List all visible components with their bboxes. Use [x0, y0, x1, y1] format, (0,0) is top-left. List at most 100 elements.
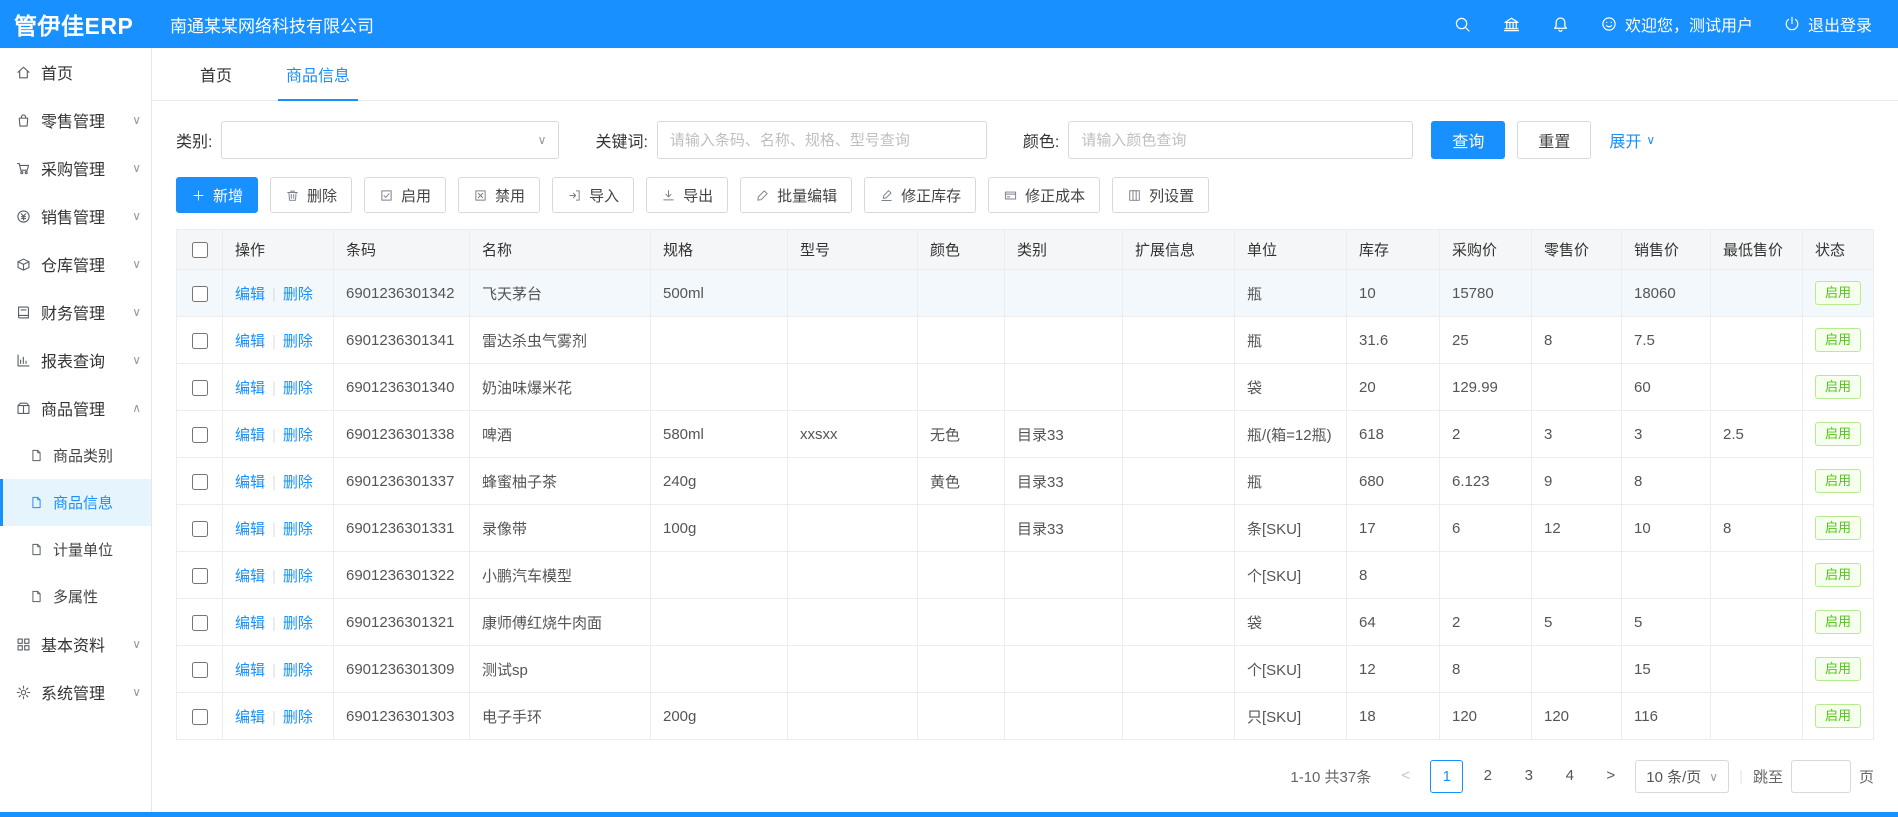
delete-button[interactable]: 删除: [270, 177, 352, 213]
keyword-input[interactable]: [657, 121, 987, 159]
row-checkbox[interactable]: [192, 333, 208, 349]
fix-cost-button[interactable]: 修正成本: [988, 177, 1100, 213]
jump-page-input[interactable]: [1791, 760, 1851, 793]
row-checkbox[interactable]: [192, 615, 208, 631]
edit-link[interactable]: 编辑: [235, 286, 265, 303]
search-button[interactable]: 查询: [1431, 121, 1505, 159]
row-checkbox[interactable]: [192, 380, 208, 396]
edit-link[interactable]: 编辑: [235, 380, 265, 397]
fix-cost-icon: [1003, 188, 1018, 203]
row-checkbox[interactable]: [192, 286, 208, 302]
chevron-down-icon: ∨: [132, 686, 141, 698]
delete-link[interactable]: 删除: [283, 615, 313, 632]
add-button[interactable]: 新增: [176, 177, 258, 213]
status-badge: 启用: [1815, 563, 1861, 587]
delete-link[interactable]: 删除: [283, 380, 313, 397]
sidebar-item-basic[interactable]: 基本资料∨: [0, 620, 151, 668]
edit-link[interactable]: 编辑: [235, 333, 265, 350]
sidebar-item-system[interactable]: 系统管理∨: [0, 668, 151, 716]
disable-icon: [473, 188, 488, 203]
edit-link[interactable]: 编辑: [235, 568, 265, 585]
sidebar-item-finance[interactable]: 财务管理∨: [0, 288, 151, 336]
cell-operations: 编辑|删除: [223, 270, 334, 317]
cell-ext: [1123, 317, 1235, 364]
cell-retail_price: 120: [1532, 693, 1622, 740]
edit-link[interactable]: 编辑: [235, 662, 265, 679]
sidebar-subitem-multi-attribute[interactable]: 多属性: [0, 573, 151, 620]
sidebar-subitem-product-category[interactable]: 商品类别: [0, 432, 151, 479]
welcome-user[interactable]: 欢迎您，测试用户: [1600, 12, 1753, 36]
search-icon[interactable]: [1453, 15, 1472, 34]
sidebar-item-retail[interactable]: 零售管理∨: [0, 96, 151, 144]
delete-link[interactable]: 删除: [283, 427, 313, 444]
export-button[interactable]: 导出: [646, 177, 728, 213]
delete-link[interactable]: 删除: [283, 568, 313, 585]
color-input[interactable]: [1068, 121, 1413, 159]
edit-link[interactable]: 编辑: [235, 427, 265, 444]
page-button-4[interactable]: 4: [1553, 760, 1586, 793]
row-checkbox[interactable]: [192, 662, 208, 678]
disable-button[interactable]: 禁用: [458, 177, 540, 213]
bell-icon[interactable]: [1551, 15, 1570, 34]
sidebar-item-warehouse[interactable]: 仓库管理∨: [0, 240, 151, 288]
cell-model: [788, 270, 918, 317]
page-button-1[interactable]: 1: [1430, 760, 1463, 793]
tab-home[interactable]: 首页: [192, 48, 240, 100]
row-checkbox[interactable]: [192, 521, 208, 537]
select-all-checkbox[interactable]: [192, 242, 208, 258]
next-page-button[interactable]: >: [1594, 760, 1627, 793]
cell-operations: 编辑|删除: [223, 552, 334, 599]
reset-button[interactable]: 重置: [1517, 121, 1591, 159]
row-checkbox[interactable]: [192, 709, 208, 725]
doc-icon: [29, 495, 44, 510]
sidebar-subitem-product-info[interactable]: 商品信息: [0, 479, 151, 526]
purchase-icon: [15, 160, 32, 177]
cell-status: 启用: [1803, 270, 1874, 317]
cell-barcode: 6901236301340: [334, 364, 470, 411]
basic-icon: [15, 636, 32, 653]
delete-link[interactable]: 删除: [283, 709, 313, 726]
sidebar-item-report[interactable]: 报表查询∨: [0, 336, 151, 384]
status-badge: 启用: [1815, 516, 1861, 540]
delete-link[interactable]: 删除: [283, 521, 313, 538]
edit-link[interactable]: 编辑: [235, 474, 265, 491]
row-checkbox[interactable]: [192, 474, 208, 490]
prev-page-button[interactable]: <: [1389, 760, 1422, 793]
welcome-text: 欢迎您，测试用户: [1625, 12, 1753, 36]
delete-link[interactable]: 删除: [283, 333, 313, 350]
delete-link[interactable]: 删除: [283, 662, 313, 679]
app-logo: 管伊佳ERP: [0, 7, 152, 41]
sidebar-item-product[interactable]: 商品管理∧: [0, 384, 151, 432]
edit-link[interactable]: 编辑: [235, 521, 265, 538]
chevron-down-icon: ∨: [132, 306, 141, 318]
batch-edit-button[interactable]: 批量编辑: [740, 177, 852, 213]
delete-link[interactable]: 删除: [283, 474, 313, 491]
delete-link[interactable]: 删除: [283, 286, 313, 303]
row-checkbox[interactable]: [192, 568, 208, 584]
column-header: 销售价: [1622, 230, 1711, 270]
logout-button[interactable]: 退出登录: [1783, 12, 1872, 36]
page-button-2[interactable]: 2: [1471, 760, 1504, 793]
cell-operations: 编辑|删除: [223, 317, 334, 364]
topbar-right: 欢迎您，测试用户 退出登录: [1453, 12, 1898, 36]
sidebar-item-sales[interactable]: 销售管理∨: [0, 192, 151, 240]
page-button-3[interactable]: 3: [1512, 760, 1545, 793]
column-settings-button[interactable]: 列设置: [1112, 177, 1209, 213]
page-size-select[interactable]: 10 条/页∨: [1635, 760, 1729, 793]
category-select[interactable]: ∨: [221, 121, 559, 159]
fix-stock-button[interactable]: 修正库存: [864, 177, 976, 213]
expand-link[interactable]: 展开 ∨: [1609, 128, 1655, 152]
import-button[interactable]: 导入: [552, 177, 634, 213]
edit-link[interactable]: 编辑: [235, 709, 265, 726]
retail-icon: [15, 112, 32, 129]
bank-icon[interactable]: [1502, 15, 1521, 34]
sidebar-item-home[interactable]: 首页: [0, 48, 151, 96]
row-checkbox[interactable]: [192, 427, 208, 443]
sidebar-subitem-measure-unit[interactable]: 计量单位: [0, 526, 151, 573]
sidebar-item-purchase[interactable]: 采购管理∨: [0, 144, 151, 192]
edit-link[interactable]: 编辑: [235, 615, 265, 632]
cell-unit: 瓶: [1235, 317, 1347, 364]
topbar-icons: [1453, 15, 1570, 34]
tab-product-info[interactable]: 商品信息: [278, 48, 358, 100]
enable-button[interactable]: 启用: [364, 177, 446, 213]
